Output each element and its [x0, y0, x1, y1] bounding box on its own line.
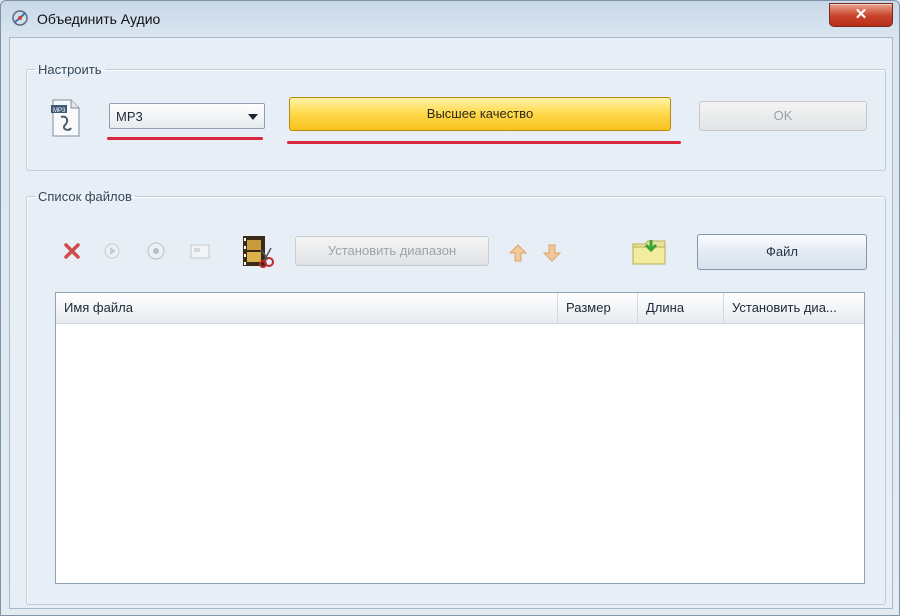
add-folder-icon[interactable] [631, 236, 669, 268]
file-list-group: Список файлов Установить диапазон Файл И… [26, 189, 886, 605]
window-title: Объединить Аудио [37, 11, 161, 27]
column-length[interactable]: Длина [638, 293, 724, 323]
app-icon [12, 10, 28, 26]
table-header: Имя файла Размер Длина Установить диа... [56, 293, 864, 324]
move-up-icon[interactable] [507, 242, 529, 264]
quality-button[interactable]: Высшее качество [289, 97, 671, 131]
add-file-button[interactable]: Файл [697, 234, 867, 270]
delete-icon[interactable] [61, 240, 83, 262]
format-value: MP3 [116, 109, 143, 124]
stop-icon[interactable] [145, 240, 167, 262]
file-table[interactable]: Имя файла Размер Длина Установить диа... [55, 292, 865, 584]
file-list-legend: Список файлов [38, 189, 132, 204]
merge-audio-window: Объединить Аудио ✕ Настроить MP3 MP3 Выс… [0, 0, 900, 616]
quality-highlight-underline [287, 141, 681, 144]
settings-group: Настроить MP3 MP3 Высшее качество OK [26, 62, 886, 171]
title-bar[interactable]: Объединить Аудио ✕ [1, 1, 899, 37]
film-cut-icon[interactable] [241, 234, 277, 268]
chevron-down-icon [248, 114, 258, 120]
close-button[interactable]: ✕ [829, 3, 893, 27]
column-filename[interactable]: Имя файла [56, 293, 558, 323]
ok-button[interactable]: OK [699, 101, 867, 131]
format-highlight-underline [107, 137, 263, 140]
settings-legend: Настроить [38, 62, 102, 77]
column-set-range[interactable]: Установить диа... [724, 293, 864, 323]
set-range-button[interactable]: Установить диапазон [295, 236, 489, 266]
svg-text:MP3: MP3 [53, 108, 66, 114]
info-icon[interactable] [189, 240, 211, 262]
move-down-icon[interactable] [541, 242, 563, 264]
mp3-file-icon: MP3 [51, 99, 80, 137]
column-size[interactable]: Размер [558, 293, 638, 323]
format-select[interactable]: MP3 [109, 103, 265, 129]
client-area: Настроить MP3 MP3 Высшее качество OK Спи… [9, 37, 893, 609]
play-icon[interactable] [101, 240, 123, 262]
